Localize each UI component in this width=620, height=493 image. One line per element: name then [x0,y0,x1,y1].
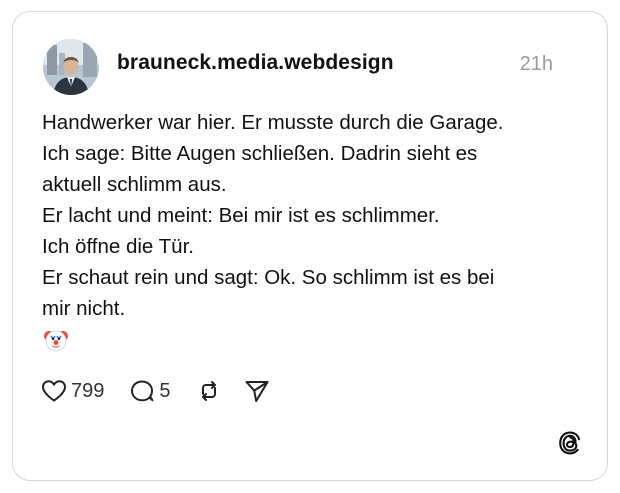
share-button[interactable] [244,379,270,403]
post-text-line: mir nicht. [42,297,126,320]
post-text-line: Ich sage: Bitte Augen schließen. Dadrin … [42,142,478,165]
repost-button[interactable] [196,379,222,403]
post-text-line: Ich öffne die Tür. [42,235,194,258]
post-text-line: aktuell schlimm aus. [42,173,227,196]
post-timestamp[interactable]: 21h [520,53,553,76]
like-count: 799 [71,379,105,402]
post-text-line: Handwerker war hier. Er musste durch die… [42,111,504,134]
repost-icon [201,381,216,401]
send-icon [245,381,268,402]
clown-face-icon [44,330,68,352]
comment-count: 5 [159,379,171,402]
username[interactable]: brauneck.media.webdesign [117,51,394,75]
post-text-line: Er schaut rein und sagt: Ok. So schlimm … [42,266,495,289]
post-text-line: Er lacht und meint: Bei mir ist es schli… [42,204,440,227]
post-card: brauneck.media.webdesign 21h Handwerker … [12,11,608,481]
post-text: Handwerker war hier. Er musste durch die… [42,107,582,355]
speech-bubble-icon [131,380,154,402]
emoji-line [42,324,582,355]
avatar[interactable] [43,39,99,95]
action-bar: 799 5 [41,376,270,406]
comment-button[interactable]: 5 [129,379,171,403]
heart-icon [42,380,66,402]
like-button[interactable]: 799 [41,379,104,403]
profile-photo-icon [43,39,99,95]
threads-logo-icon[interactable] [557,430,583,456]
